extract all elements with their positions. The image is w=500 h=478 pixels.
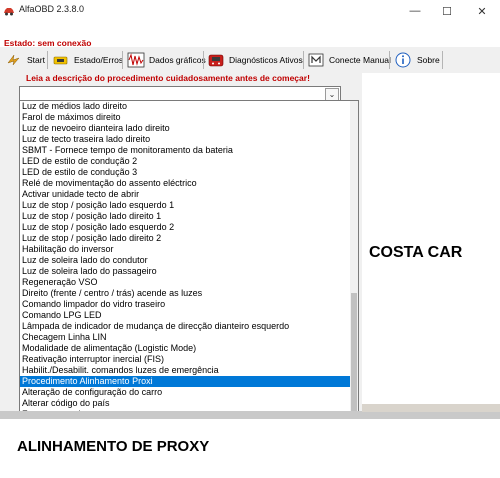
manual-connect-button[interactable]: Conecte Manual <box>307 50 391 70</box>
lightning-icon <box>7 54 20 66</box>
list-item[interactable]: Alteração de configuração do carro <box>20 387 351 398</box>
list-item[interactable]: Relé de movimentação do assento eléctric… <box>20 178 351 189</box>
list-scrollbar[interactable] <box>350 101 358 412</box>
list-item[interactable]: Modalidade de alimentação (Logistic Mode… <box>20 343 351 354</box>
list-item[interactable]: Lâmpada de indicador de mudança de direc… <box>20 321 351 332</box>
list-item[interactable]: Luz de stop / posição lado direito 1 <box>20 211 351 222</box>
diagnostic-tool-icon <box>208 54 224 67</box>
list-item[interactable]: Luz de tecto traseira lado direito <box>20 134 351 145</box>
start-button[interactable]: Start <box>5 50 45 70</box>
close-button[interactable]: ✕ <box>472 2 492 20</box>
toolbar-divider <box>303 51 304 69</box>
toolbar-divider <box>47 51 48 69</box>
graphics-data-label: Dados gráficos <box>149 55 206 65</box>
maximize-button[interactable]: ☐ <box>437 2 457 20</box>
brand-watermark: COSTA CAR <box>369 244 463 261</box>
manual-connect-label: Conecte Manual <box>329 55 391 65</box>
scrollbar-thumb[interactable] <box>351 293 357 411</box>
procedure-warning: Leia a descrição do procedimento cuidado… <box>26 73 310 83</box>
list-item[interactable]: Checagem Linha LIN <box>20 332 351 343</box>
list-item[interactable]: Luz de stop / posição lado esquerdo 1 <box>20 200 351 211</box>
procedure-dropdown-list: Luz de médios lado direito Farol de máxim… <box>19 100 359 413</box>
engine-warning-icon <box>53 56 68 65</box>
minimize-button[interactable]: — <box>405 2 425 20</box>
toolbar: Start Estado/Erros Dados gráficos Diagnó… <box>0 47 500 73</box>
about-button[interactable]: Sobre <box>395 50 440 70</box>
list-item[interactable]: Farol de máximos direito <box>20 112 351 123</box>
list-item[interactable]: Habilit./Desabilit. comandos luzes de em… <box>20 365 351 376</box>
list-item[interactable]: SBMT - Fornece tempo de monitoramento da… <box>20 145 351 156</box>
background-floor <box>0 411 500 419</box>
status-errors-button[interactable]: Estado/Erros <box>52 50 123 70</box>
list-item[interactable]: Luz de soleira lado do condutor <box>20 255 351 266</box>
background-floor <box>362 404 500 412</box>
window-title: AlfaOBD 2.3.8.0 <box>19 4 85 14</box>
list-item[interactable]: Luz de nevoeiro dianteira lado direito <box>20 123 351 134</box>
about-label: Sobre <box>417 55 440 65</box>
info-icon <box>395 52 411 68</box>
graphics-data-button[interactable]: Dados gráficos <box>127 50 206 70</box>
toolbar-divider <box>442 51 443 69</box>
list-item[interactable]: Habilitação do inversor <box>20 244 351 255</box>
list-item[interactable]: Direito (frente / centro / trás) acende … <box>20 288 351 299</box>
list-item[interactable]: Luz de médios lado direito <box>20 101 351 112</box>
list-item[interactable]: Procedimento Alinhamento Proxi <box>20 376 351 387</box>
toolbar-divider <box>122 51 123 69</box>
list-item[interactable]: LED de estilo de condução 3 <box>20 167 351 178</box>
list-item[interactable]: Luz de stop / posição lado esquerdo 2 <box>20 222 351 233</box>
list-item[interactable]: LED de estilo de condução 2 <box>20 156 351 167</box>
list-item[interactable]: Alterar código do país <box>20 398 351 409</box>
list-item[interactable]: Activar unidade tecto de abrir <box>20 189 351 200</box>
manual-connect-icon <box>308 53 324 67</box>
car-icon <box>4 8 14 16</box>
waveform-icon <box>127 52 145 68</box>
list-item[interactable]: Comando LPG LED <box>20 310 351 321</box>
toolbar-divider <box>203 51 204 69</box>
list-item[interactable]: Luz de soleira lado do passageiro <box>20 266 351 277</box>
title-bar: AlfaOBD 2.3.8.0 — ☐ ✕ <box>0 0 500 22</box>
active-diagnostics-button[interactable]: Diagnósticos Ativos <box>207 50 303 70</box>
status-errors-label: Estado/Erros <box>74 55 124 65</box>
list-item[interactable]: Regeneração VSO <box>20 277 351 288</box>
active-diagnostics-label: Diagnósticos Ativos <box>229 55 303 65</box>
list-item[interactable]: Luz de stop / posição lado direito 2 <box>20 233 351 244</box>
start-label: Start <box>27 55 45 65</box>
list-item[interactable]: Reativação interruptor inercial (FIS) <box>20 354 351 365</box>
caption-text: ALINHAMENTO DE PROXY <box>17 438 210 455</box>
toolbar-divider <box>389 51 390 69</box>
procedure-select[interactable]: ⌄ <box>19 86 341 101</box>
list-item[interactable]: Comando limpador do vidro traseiro <box>20 299 351 310</box>
